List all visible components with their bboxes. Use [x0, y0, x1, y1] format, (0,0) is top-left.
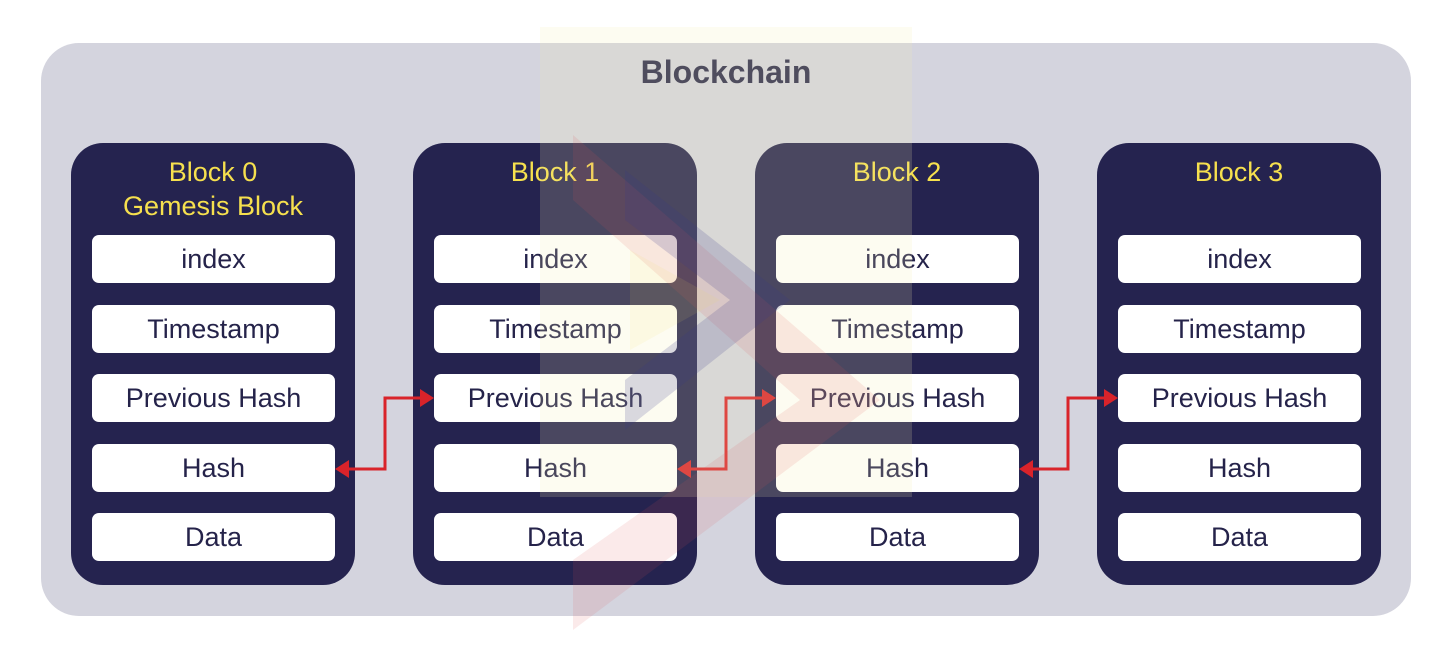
arrowhead-right-icon [762, 389, 776, 407]
arrowhead-right-icon [420, 389, 434, 407]
arrowhead-right-icon [1104, 389, 1118, 407]
link-arrow-2-3 [1031, 396, 1106, 471]
arrowhead-left-icon [1019, 460, 1033, 478]
link-arrows [335, 389, 1118, 478]
arrowhead-left-icon [677, 460, 691, 478]
link-arrow-0-1 [347, 396, 422, 471]
link-arrow-1-2 [689, 396, 764, 471]
arrowhead-left-icon [335, 460, 349, 478]
